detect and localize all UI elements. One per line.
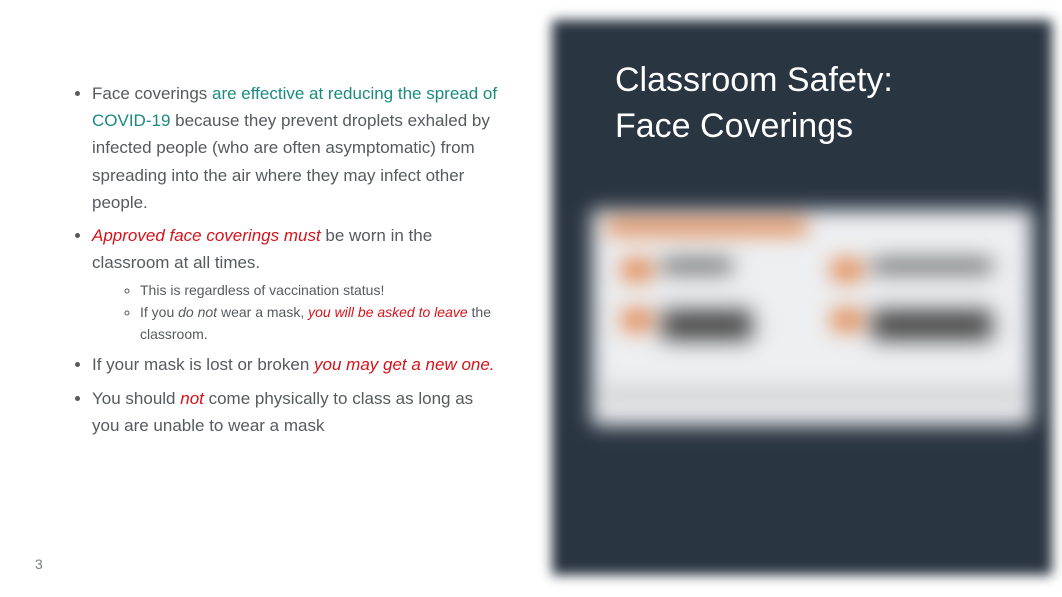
b1-pre: Face coverings	[92, 84, 212, 103]
infographic-icon	[832, 260, 862, 280]
b2-red: Approved face coverings must	[92, 226, 321, 245]
infographic-text-block	[662, 310, 752, 340]
slide: Face coverings are effective at reducing…	[0, 0, 1062, 597]
main-bullet-list: Face coverings are effective at reducing…	[70, 80, 500, 439]
blurred-infographic	[592, 210, 1032, 425]
sub-bullet-list: This is regardless of vaccination status…	[92, 280, 500, 345]
infographic-icon	[832, 310, 862, 330]
b4-red: not	[180, 389, 204, 408]
bullet-2: Approved face coverings must be worn in …	[92, 222, 500, 345]
bullet-3: If your mask is lost or broken you may g…	[92, 351, 500, 378]
left-content-column: Face coverings are effective at reducing…	[0, 0, 530, 597]
b2s2-ital: do not	[178, 304, 217, 320]
page-number: 3	[35, 556, 43, 572]
b2s2-mid: wear a mask,	[217, 304, 308, 320]
b4-pre: You should	[92, 389, 180, 408]
infographic-icon	[622, 260, 652, 280]
infographic-text-block	[662, 260, 732, 272]
b2s2-red: you will be asked to leave	[308, 304, 468, 320]
infographic-footer-bar	[602, 390, 1022, 400]
title-line-2: Face Coverings	[615, 107, 853, 145]
b2s2-pre: If you	[140, 304, 178, 320]
b3-red: you may get a new one.	[314, 355, 495, 374]
sub-bullet-2: If you do not wear a mask, you will be a…	[140, 302, 500, 345]
title-line-1: Classroom Safety:	[615, 61, 893, 99]
b3-pre: If your mask is lost or broken	[92, 355, 314, 374]
infographic-text-block	[872, 310, 992, 340]
sub-bullet-1: This is regardless of vaccination status…	[140, 280, 500, 302]
right-panel-title: Classroom Safety: Face Coverings	[615, 58, 893, 150]
infographic-icon	[622, 310, 652, 330]
bullet-1: Face coverings are effective at reducing…	[92, 80, 500, 216]
infographic-heading-bar	[607, 220, 807, 234]
infographic-text-block	[872, 260, 992, 272]
bullet-4: You should not come physically to class …	[92, 385, 500, 439]
